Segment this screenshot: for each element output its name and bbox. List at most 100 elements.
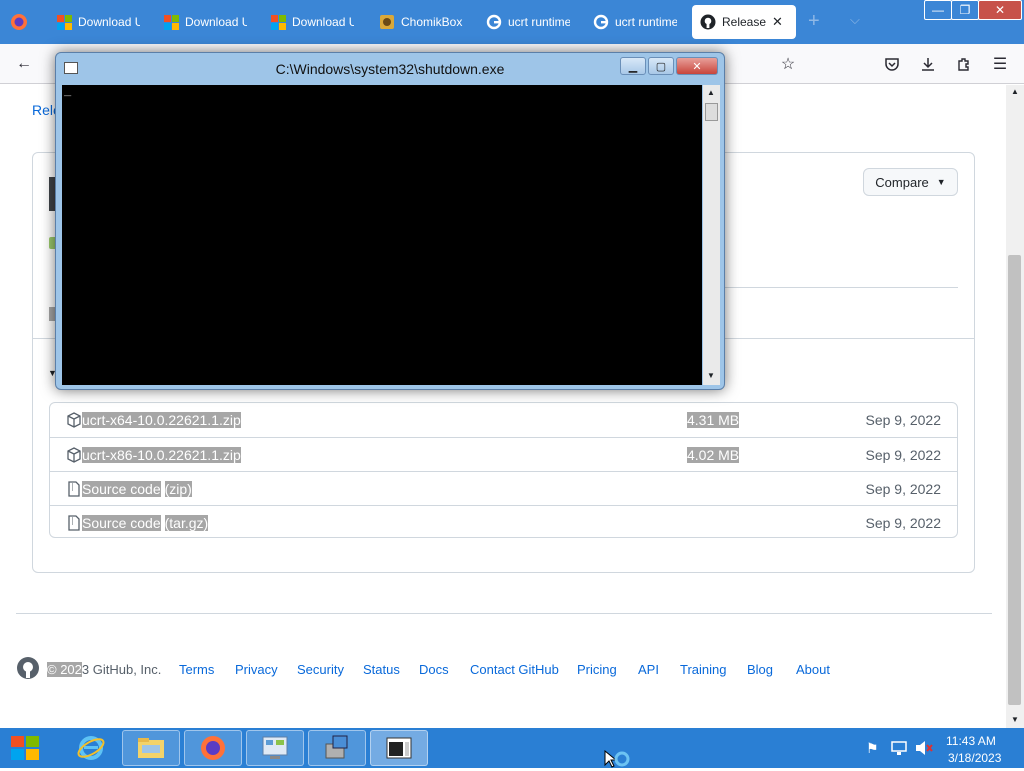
asset-row[interactable]: ucrt-x86-10.0.22621.1.zip 4.02 MB Sep 9,… — [50, 437, 957, 471]
tab-label: Download U — [185, 15, 247, 29]
microsoft-icon — [56, 14, 72, 30]
clock-time[interactable]: 11:43 AM — [946, 734, 996, 748]
asset-row[interactable]: Source code (tar.gz) Sep 9, 2022 — [50, 505, 957, 539]
app-menu-button[interactable]: ☰ — [988, 52, 1012, 76]
tab-download-3[interactable]: Download U — [262, 5, 366, 39]
copyright-text: © 2023 GitHub, Inc. — [47, 662, 161, 677]
asset-row[interactable]: Source code (zip) Sep 9, 2022 — [50, 471, 957, 505]
asset-row[interactable]: ucrt-x64-10.0.22621.1.zip 4.31 MB Sep 9,… — [50, 403, 957, 437]
divider — [713, 287, 958, 288]
compare-button-label: Compare — [875, 174, 929, 190]
google-icon — [486, 14, 502, 30]
footer-link-api[interactable]: API — [638, 662, 659, 677]
footer-divider — [16, 613, 992, 614]
arrow-left-icon: ← — [16, 55, 32, 72]
taskbar-firefox[interactable] — [184, 730, 242, 766]
footer-link-contact[interactable]: Contact GitHub — [470, 662, 559, 677]
action-center-flag-icon[interactable]: ⚑ — [866, 740, 879, 757]
bookmark-star-button[interactable]: ☆ — [776, 52, 800, 76]
windows-taskbar: ⚑ 11:43 AM 3/18/2023 — [0, 728, 1024, 768]
package-icon — [67, 412, 81, 428]
scroll-up-arrow-icon[interactable]: ▲ — [707, 88, 715, 97]
asset-name-link[interactable]: ucrt-x86-10.0.22621.1.zip — [82, 446, 241, 463]
footer-link-training[interactable]: Training — [680, 662, 726, 677]
tab-download-2[interactable]: Download U — [155, 5, 259, 39]
tab-label: ucrt runtime — [508, 15, 570, 29]
footer-link-security[interactable]: Security — [297, 662, 344, 677]
console-output-area[interactable]: _ — [62, 85, 702, 385]
asset-size: 4.31 MB — [687, 412, 740, 428]
firefox-icon — [201, 736, 225, 760]
taskbar-file-explorer[interactable] — [122, 730, 180, 766]
console-scroll-thumb[interactable] — [705, 103, 718, 121]
tab-download-1[interactable]: Download U — [48, 5, 152, 39]
new-tab-button[interactable]: + — [808, 10, 820, 33]
downloads-button[interactable] — [916, 52, 940, 76]
source-code-format: (zip) — [164, 480, 192, 497]
console-close-button[interactable]: ✕ — [676, 57, 718, 75]
asset-name-link[interactable]: ucrt-x64-10.0.22621.1.zip — [82, 412, 241, 428]
minimize-icon: — — [932, 3, 944, 17]
github-icon — [700, 14, 716, 30]
control-panel-icon — [262, 736, 288, 759]
footer-link-pricing[interactable]: Pricing — [577, 662, 617, 677]
tab-label: Download U — [292, 15, 354, 29]
tab-label: ucrt runtime — [615, 15, 677, 29]
page-scrollbar-thumb[interactable] — [1008, 255, 1021, 705]
scroll-down-arrow-icon[interactable]: ▼ — [707, 371, 715, 380]
footer-link-terms[interactable]: Terms — [179, 662, 214, 677]
scroll-up-arrow-icon[interactable]: ▲ — [1011, 87, 1019, 96]
shutdown-console-window[interactable]: C:\Windows\system32\shutdown.exe ▁ ▢ ✕ _… — [55, 52, 725, 390]
taskbar-setup-program[interactable] — [308, 730, 366, 766]
console-scrollbar[interactable]: ▲ ▼ — [703, 85, 720, 385]
footer-link-blog[interactable]: Blog — [747, 662, 773, 677]
console-minimize-button[interactable]: ▁ — [620, 57, 646, 75]
footer-link-status[interactable]: Status — [363, 662, 400, 677]
scroll-down-arrow-icon[interactable]: ▼ — [1011, 715, 1019, 724]
close-window-button[interactable]: ✕ — [978, 0, 1022, 20]
maximize-icon: ▢ — [655, 60, 667, 73]
tab-release-active[interactable]: Release 1 ✕ — [692, 5, 796, 39]
copyright-rest: 3 GitHub, Inc. — [81, 662, 162, 677]
source-code-format: (tar.gz) — [164, 514, 209, 531]
browser-tab-strip: Download U Download U Download U ChomikB… — [0, 0, 1024, 44]
tab-google-1[interactable]: ucrt runtime — [478, 5, 582, 39]
file-zip-icon — [68, 514, 80, 531]
package-icon — [67, 446, 81, 463]
tab-google-2[interactable]: ucrt runtime — [585, 5, 689, 39]
puzzle-icon — [958, 58, 969, 71]
tab-label: Download U — [78, 15, 140, 29]
footer-link-docs[interactable]: Docs — [419, 662, 449, 677]
chomikbox-icon — [379, 14, 395, 30]
microsoft-icon — [270, 14, 286, 30]
firefox-menu-icon[interactable] — [10, 13, 28, 31]
tab-label: Release 1 — [722, 15, 766, 29]
assets-list: ucrt-x64-10.0.22621.1.zip 4.31 MB Sep 9,… — [49, 402, 958, 538]
microsoft-icon — [163, 14, 179, 30]
taskbar-internet-explorer[interactable] — [62, 730, 120, 766]
console-maximize-button[interactable]: ▢ — [648, 57, 674, 75]
tab-chomikbox[interactable]: ChomikBox — [371, 5, 475, 39]
back-button[interactable]: ← — [12, 52, 36, 76]
taskbar-control-panel[interactable] — [246, 730, 304, 766]
maximize-window-button[interactable]: ❐ — [951, 0, 979, 20]
star-icon: ☆ — [780, 56, 796, 73]
minimize-window-button[interactable]: — — [924, 0, 952, 20]
tab-list-chevron-icon[interactable]: ⌵ — [850, 12, 860, 28]
installer-icon — [325, 735, 348, 759]
close-tab-icon[interactable]: ✕ — [772, 14, 783, 30]
volume-muted-icon[interactable] — [914, 739, 934, 760]
clock-date[interactable]: 3/18/2023 — [948, 751, 1001, 765]
asset-date: Sep 9, 2022 — [865, 514, 941, 531]
footer-link-about[interactable]: About — [796, 662, 830, 677]
footer-link-privacy[interactable]: Privacy — [235, 662, 278, 677]
compare-button[interactable]: Compare ▼ — [863, 168, 958, 196]
taskbar-console-window[interactable] — [370, 730, 428, 766]
network-icon[interactable] — [890, 739, 908, 760]
source-code-link[interactable]: Source code — [82, 480, 161, 497]
start-button[interactable] — [10, 734, 40, 765]
pocket-button[interactable] — [880, 52, 904, 76]
source-code-link[interactable]: Source code — [82, 514, 161, 531]
extensions-button[interactable] — [952, 52, 976, 76]
github-logo-icon[interactable] — [16, 656, 40, 683]
